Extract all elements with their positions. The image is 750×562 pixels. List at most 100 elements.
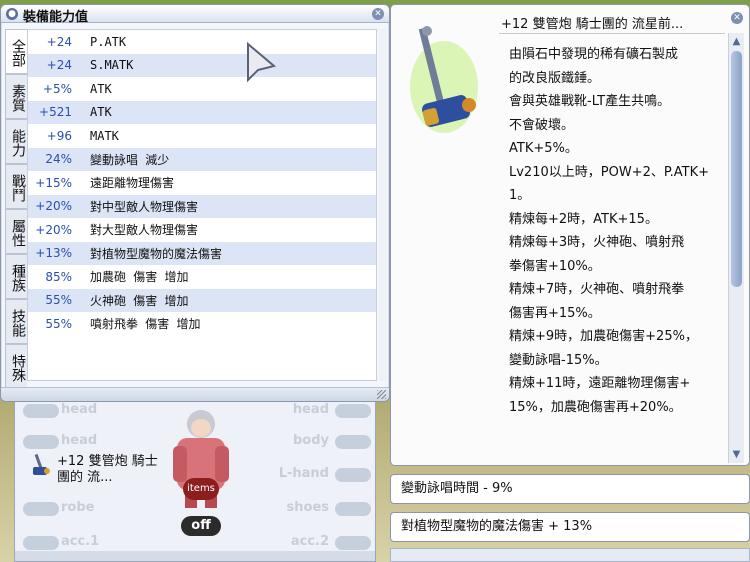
description-line: 會與英雄戰靴-LT產生共鳴。 xyxy=(509,94,671,109)
description-line: 的改良版鐵錘。 xyxy=(509,70,601,86)
stat-label: 噴射飛拳 傷害 增加 xyxy=(90,317,201,332)
window-title: 裝備能力值 xyxy=(23,10,89,25)
equip-slot-head-top-left[interactable]: head xyxy=(15,400,155,422)
description-line: 變動詠唱-15%。 xyxy=(509,352,608,368)
description-line: Lv210以上時，POW+2、P.ATK+ xyxy=(509,164,710,180)
equip-slot-robe[interactable]: robe xyxy=(15,498,155,520)
stat-row: +13% 對植物型魔物的魔法傷害 xyxy=(28,241,376,265)
equip-slot-body[interactable]: body xyxy=(237,431,377,453)
slot-marker xyxy=(23,502,59,516)
tooltip-cast-time: 變動詠唱時間 - 9% xyxy=(390,474,750,504)
scroll-down-icon[interactable]: ▼ xyxy=(730,448,743,461)
tab-combat[interactable]: 戰鬥 xyxy=(5,164,27,209)
close-icon[interactable]: ✕ xyxy=(731,12,743,24)
stat-row: +96 MATK xyxy=(28,124,376,148)
slot-marker xyxy=(335,468,371,482)
stat-value: 85% xyxy=(45,269,72,284)
equipment-window: head head robe acc.1 head body L-hand sh… xyxy=(14,398,376,562)
stat-row: 24% 變動詠唱 減少 xyxy=(28,147,376,171)
stat-label: 對植物型魔物的魔法傷害 xyxy=(90,246,223,261)
resize-grip-icon[interactable] xyxy=(377,390,386,399)
category-tabs: 全部 素質 能力 戰鬥 屬性 種族 技能 特殊 xyxy=(5,29,27,389)
stats-scrollbar[interactable] xyxy=(379,29,387,381)
description-line: 精煉每+3時，火神砲、噴射飛 xyxy=(509,235,685,250)
stat-value: +521 xyxy=(39,105,72,120)
character-sprite xyxy=(173,410,229,508)
stat-label: 遠距離物理傷害 xyxy=(90,176,175,191)
stat-label: 對大型敵人物理傷害 xyxy=(90,223,199,238)
stat-row: +20% 對中型敵人物理傷害 xyxy=(28,194,376,218)
stat-value: +20% xyxy=(35,222,72,237)
description-line: 精煉+9時，加農砲傷害+25%， xyxy=(509,329,698,344)
description-line: 精煉每+2時，ATK+15。 xyxy=(509,211,658,227)
slot-marker xyxy=(335,404,371,418)
stat-label: 加農砲 傷害 增加 xyxy=(90,270,189,285)
slot-marker xyxy=(335,502,371,516)
stat-label: P.ATK xyxy=(90,34,127,49)
description-line: 精煉+7時，火神砲、噴射飛拳 xyxy=(509,282,685,297)
slot-marker xyxy=(23,404,59,418)
stat-value: 55% xyxy=(45,293,72,308)
off-toggle-button[interactable]: off xyxy=(181,516,221,536)
equip-stats-window: ● 裝備能力值 ✕ 全部 素質 能力 戰鬥 屬性 種族 技能 特殊 +24 P.A… xyxy=(0,4,390,402)
stat-value: +96 xyxy=(46,128,72,143)
stat-row: +24 P.ATK xyxy=(28,30,376,54)
window-menu-icon[interactable]: ● xyxy=(6,8,18,20)
description-line: 1。 xyxy=(509,188,531,203)
description-line: 精煉+11時，遠距離物理傷害+ xyxy=(509,376,691,391)
bottom-toolbar xyxy=(390,548,750,562)
tab-ability[interactable]: 能力 xyxy=(5,119,27,164)
stat-row: +20% 對大型敵人物理傷害 xyxy=(28,218,376,242)
tab-race[interactable]: 種族 xyxy=(5,254,27,299)
stat-label: ATK xyxy=(90,105,112,120)
stat-value: 24% xyxy=(45,152,72,167)
scroll-thumb[interactable] xyxy=(731,51,742,287)
slot-marker xyxy=(335,536,371,550)
slot-marker xyxy=(335,435,371,449)
equip-slot-shoes[interactable]: shoes xyxy=(237,498,377,520)
equip-slot-head-top-right[interactable]: head xyxy=(237,400,377,422)
tab-all[interactable]: 全部 xyxy=(5,29,27,74)
scroll-up-icon[interactable]: ▲ xyxy=(730,35,743,48)
description-line: 不會破壞。 xyxy=(509,117,575,133)
stat-label: S.MATK xyxy=(90,58,134,73)
description-line: 拳傷害+10%。 xyxy=(509,258,601,274)
equipment-footer xyxy=(15,551,375,561)
stat-label: 對中型敵人物理傷害 xyxy=(90,199,199,214)
description-line: 由隕石中發現的稀有礦石製成 xyxy=(509,47,679,62)
tab-special[interactable]: 特殊 xyxy=(5,344,27,389)
tab-skill[interactable]: 技能 xyxy=(5,299,27,344)
description-line: 傷害再+15%。 xyxy=(509,305,601,321)
item-description-window: +12 雙管炮 騎士團的 流星前... ✕ 由隕石中發現的稀有礦石製成 的改良版… xyxy=(390,4,750,466)
close-icon[interactable]: ✕ xyxy=(372,8,384,20)
stat-value: +20% xyxy=(35,199,72,214)
equip-slot-l-hand[interactable]: L-hand xyxy=(237,464,377,486)
stat-value: +13% xyxy=(35,246,72,261)
hammer-icon[interactable] xyxy=(27,452,53,478)
tab-element[interactable]: 屬性 xyxy=(5,209,27,254)
stat-row: 55% 噴射飛拳 傷害 增加 xyxy=(28,312,376,336)
window-titlebar[interactable]: ● 裝備能力值 ✕ xyxy=(1,5,389,25)
slot-marker xyxy=(23,435,59,449)
items-button[interactable]: items xyxy=(183,478,219,500)
stat-value: +5% xyxy=(42,81,72,96)
stat-value: +24 xyxy=(46,58,72,73)
window-bottom-bar xyxy=(1,387,389,401)
tab-stats[interactable]: 素質 xyxy=(5,74,27,119)
slot-marker xyxy=(23,536,59,550)
equipped-weapon-name[interactable]: +12 雙管炮 騎士團的 流... xyxy=(57,454,165,486)
description-line: 15%，加農砲傷害再+20%。 xyxy=(509,399,682,415)
description-line: ATK+5%。 xyxy=(509,141,578,156)
stat-row: 85% 加農砲 傷害 增加 xyxy=(28,265,376,289)
stat-value: +24 xyxy=(46,34,72,49)
stat-label: MATK xyxy=(90,128,119,143)
stat-row: +521 ATK xyxy=(28,100,376,124)
stat-row: 55% 火神砲 傷害 增加 xyxy=(28,288,376,312)
stat-row: +15% 遠距離物理傷害 xyxy=(28,171,376,195)
equip-slot-head-mid-left[interactable]: head xyxy=(15,431,155,453)
stat-label: 火神砲 傷害 增加 xyxy=(90,293,189,308)
description-scrollbar[interactable]: ▲ ▼ xyxy=(728,33,744,463)
stat-value: 55% xyxy=(45,316,72,331)
stat-row: +24 S.MATK xyxy=(28,53,376,77)
mouse-cursor-icon xyxy=(247,42,276,83)
